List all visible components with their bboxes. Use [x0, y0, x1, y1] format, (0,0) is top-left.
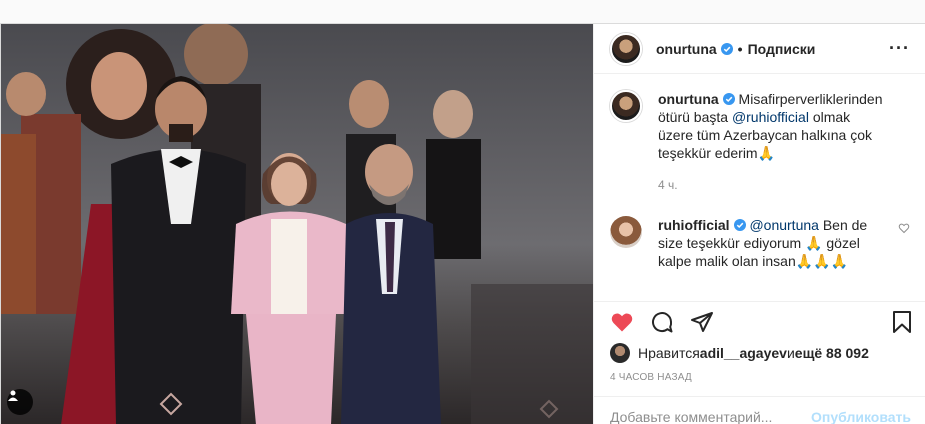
like-comment-heart-icon[interactable]	[898, 222, 910, 234]
likes-middle: и	[786, 345, 795, 361]
likes-summary: Нравится adil__agayev и ещё 88 092	[594, 342, 925, 364]
add-comment-bar: Опубликовать	[594, 396, 925, 424]
following-button[interactable]: Подписки	[748, 41, 816, 57]
post-container: onurtuna • Подписки ··· onurtuna Misafir…	[0, 23, 925, 424]
post-time-ago[interactable]: 4 ЧАСОВ НАЗАД	[594, 372, 925, 390]
post-actions	[594, 302, 925, 342]
more-horizontal-icon[interactable]: ···	[889, 38, 910, 59]
caption-avatar[interactable]	[610, 90, 642, 122]
author-avatar[interactable]	[610, 32, 642, 65]
comments-list: onurtuna Misafirperverliklerinden ötürü …	[594, 74, 925, 302]
post-side-panel: onurtuna • Подписки ··· onurtuna Misafir…	[593, 24, 925, 424]
comment-input[interactable]	[610, 408, 812, 424]
verified-badge-icon	[733, 219, 746, 231]
post-header: onurtuna • Подписки ···	[594, 24, 925, 74]
verified-badge-icon	[722, 93, 735, 105]
comment-item: ruhiofficial @onurtuna Ben de size teşek…	[610, 216, 910, 270]
like-heart-icon[interactable]	[610, 310, 634, 334]
verified-badge-icon	[720, 42, 733, 55]
liker-username[interactable]: adil__agayev	[700, 345, 787, 361]
tagged-people-icon[interactable]	[7, 389, 33, 415]
likes-count[interactable]: ещё 88 092	[795, 345, 869, 361]
commenter-avatar[interactable]	[610, 216, 642, 248]
comment-timestamp[interactable]: 4 ч.	[658, 176, 888, 194]
liker-avatar[interactable]	[610, 343, 630, 363]
comment-bubble-icon[interactable]	[650, 310, 674, 334]
publish-button[interactable]: Опубликовать	[811, 409, 911, 424]
save-bookmark-icon[interactable]	[890, 310, 914, 334]
separator-dot: •	[737, 40, 743, 57]
author-username[interactable]: onurtuna	[656, 41, 717, 57]
post-photo[interactable]	[1, 24, 593, 424]
comment-username[interactable]: onurtuna	[658, 91, 719, 107]
mention-link[interactable]: @onurtuna	[749, 217, 818, 233]
share-paper-plane-icon[interactable]	[690, 310, 714, 334]
comment-username[interactable]: ruhiofficial	[658, 217, 730, 233]
likes-prefix: Нравится	[638, 345, 700, 361]
mention-link[interactable]: @ruhiofficial	[732, 109, 809, 125]
caption-comment: onurtuna Misafirperverliklerinden ötürü …	[610, 90, 910, 194]
photo-illustration	[1, 24, 593, 424]
top-bar	[0, 0, 925, 23]
